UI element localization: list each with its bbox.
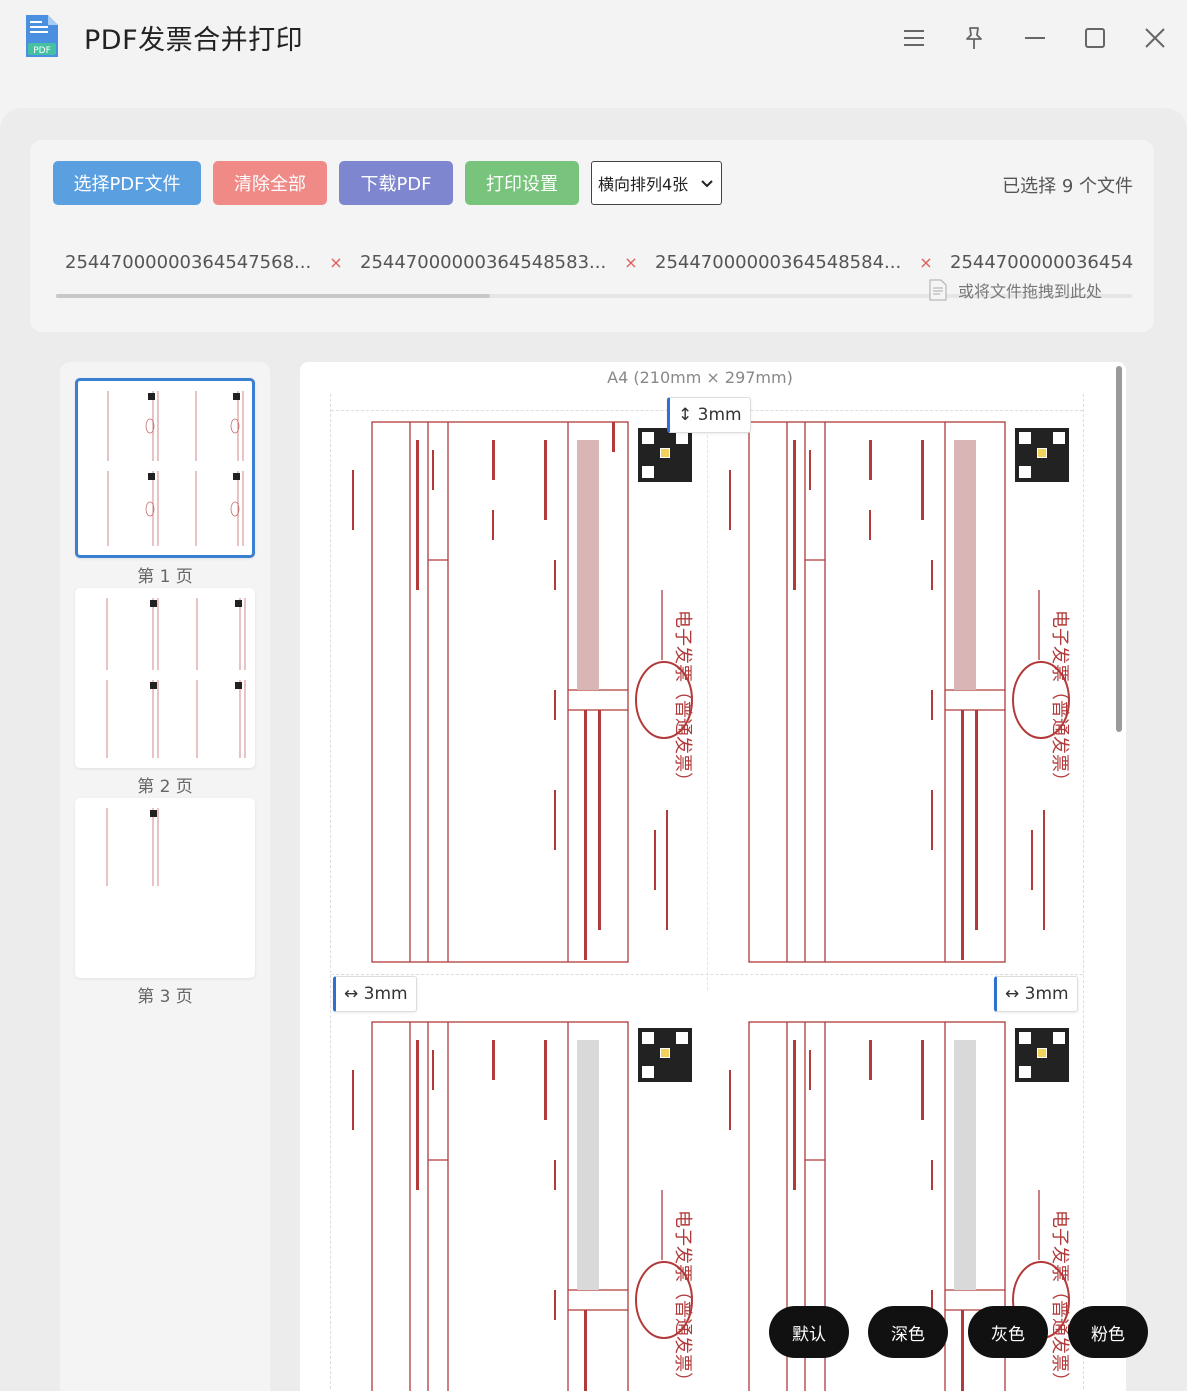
invoice-preview-1: 电子发票（普通发票）: [352, 421, 693, 963]
app-title: PDF发票合并打印: [84, 25, 304, 56]
download-pdf-button[interactable]: 下载PDF: [339, 161, 453, 205]
svg-text:电子发票（普通发票）: 电子发票（普通发票）: [672, 610, 693, 790]
page-thumbnail-2[interactable]: [75, 588, 255, 768]
drop-hint-text: 或将文件拖拽到此处: [958, 282, 1103, 301]
vertical-gap-indicator: ↕ 3mm: [667, 397, 751, 433]
svg-text:电子发票（普通发票）: 电子发票（普通发票）: [1049, 1210, 1070, 1390]
close-icon[interactable]: [1137, 20, 1173, 56]
app-pdf-icon: PDF: [26, 15, 58, 57]
maximize-icon[interactable]: [1077, 20, 1113, 56]
document-icon: [929, 279, 947, 301]
theme-gray-button[interactable]: 灰色: [968, 1306, 1048, 1358]
theme-default-button[interactable]: 默认: [769, 1306, 849, 1358]
file-name: 25447000000364548584...: [655, 251, 902, 273]
preview-scrollbar[interactable]: [1116, 366, 1122, 732]
page-2-preview: [106, 598, 246, 758]
remove-file-icon[interactable]: ×: [624, 253, 637, 272]
svg-text:PDF: PDF: [33, 46, 51, 56]
page-3-preview: [106, 808, 159, 886]
page-1-label: 第 1 页: [137, 567, 193, 587]
remove-file-icon[interactable]: ×: [329, 253, 342, 272]
file-chip: 254470000003645475...: [950, 242, 1133, 282]
minimize-icon[interactable]: [1017, 20, 1053, 56]
svg-text:电子发票（普通发票）: 电子发票（普通发票）: [672, 1210, 693, 1390]
menu-icon[interactable]: [896, 20, 932, 56]
chevron-down-icon: [701, 180, 713, 188]
file-name: 254470000003645475...: [950, 251, 1133, 273]
file-chip: 25447000000364548584... ×: [655, 242, 933, 282]
page-3-label: 第 3 页: [137, 987, 193, 1007]
row-divider: [331, 974, 1083, 975]
layout-select-value: 横向排列4张: [598, 175, 689, 194]
file-chip: 25447000000364548583... ×: [360, 242, 638, 282]
theme-pink-button[interactable]: 粉色: [1068, 1306, 1148, 1358]
remove-file-icon[interactable]: ×: [919, 253, 932, 272]
page-2-label: 第 2 页: [137, 777, 193, 797]
file-chip: 25447000000364547568... ×: [65, 242, 343, 282]
file-name: 25447000000364548583...: [360, 251, 607, 273]
clear-all-button[interactable]: 清除全部: [213, 161, 327, 205]
file-list-scrollbar[interactable]: [56, 294, 490, 298]
page-thumbnail-3[interactable]: [75, 798, 255, 978]
file-name: 25447000000364547568...: [65, 251, 312, 273]
layout-select[interactable]: 横向排列4张: [591, 161, 722, 205]
print-settings-button[interactable]: 打印设置: [465, 161, 579, 205]
title-bar: PDF PDF发票合并打印: [0, 0, 1187, 78]
invoice-preview-2: 电子发票（普通发票）: [729, 421, 1070, 963]
column-divider: [707, 410, 708, 990]
page-thumbnail-1[interactable]: [75, 378, 255, 558]
select-pdf-button[interactable]: 选择PDF文件: [53, 161, 201, 205]
selected-count: 已选择 9 个文件: [1002, 176, 1133, 197]
invoice-preview-3: 电子发票（普通发票）: [352, 1021, 693, 1391]
svg-text:电子发票（普通发票）: 电子发票（普通发票）: [1049, 610, 1070, 790]
horizontal-gap-indicator-left: ↔ 3mm: [333, 976, 417, 1012]
paper-size-label: A4 (210mm × 297mm): [607, 368, 793, 387]
theme-dark-button[interactable]: 深色: [868, 1306, 948, 1358]
page-1-preview: [107, 391, 244, 546]
pin-icon[interactable]: [956, 20, 992, 56]
horizontal-gap-indicator-right: ↔ 3mm: [994, 976, 1078, 1012]
drop-zone-hint[interactable]: 或将文件拖拽到此处: [928, 278, 1102, 302]
